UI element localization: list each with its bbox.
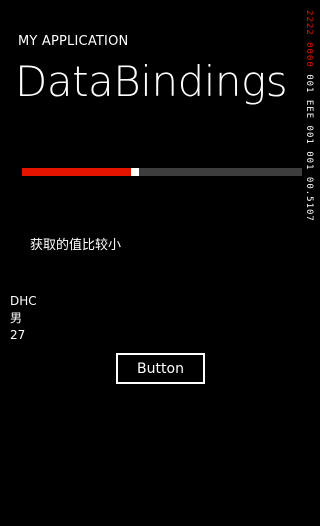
status-readout-red: 2222 0000 [304,10,314,68]
slider-thumb[interactable] [131,168,139,176]
comparison-result-text: 获取的值比较小 [30,238,122,253]
person-info: DHC 男 27 [10,293,37,344]
person-name: DHC [10,294,37,308]
action-button[interactable]: Button [116,353,205,384]
value-slider[interactable] [22,168,302,176]
system-status-bar: 2222 0000 001 EEE 001 001 00.5107 [300,10,320,260]
status-readout-white: 001 EEE 001 001 00.5107 [304,74,314,222]
app-title: MY APPLICATION [18,34,129,49]
page-title: DataBindings [15,57,288,106]
person-gender: 男 [10,311,23,325]
person-age: 27 [10,328,26,342]
status-readout: 2222 0000 001 EEE 001 001 00.5107 [304,10,314,222]
slider-fill [22,168,131,176]
